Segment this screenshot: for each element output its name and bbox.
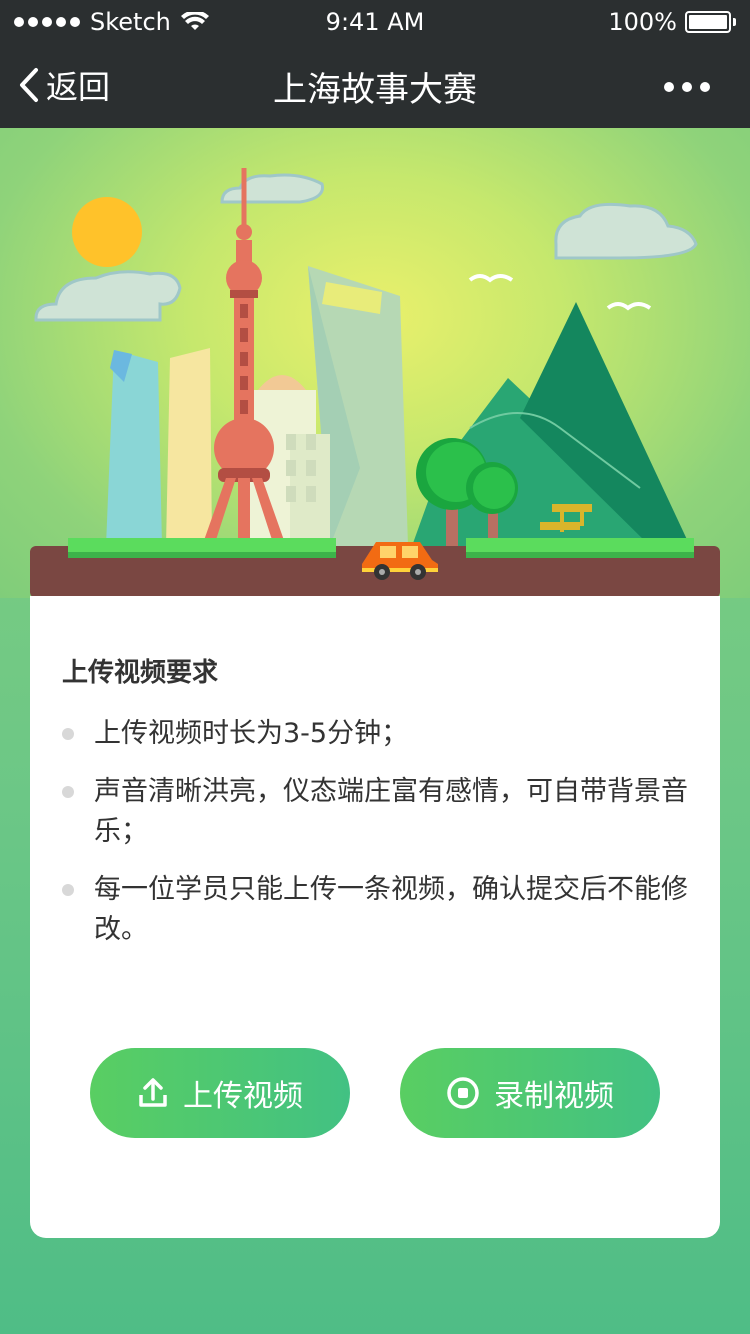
cloud-icon <box>34 270 182 322</box>
bullet-icon <box>62 884 74 896</box>
battery-icon <box>685 11 731 33</box>
action-buttons: 上传视频 录制视频 <box>90 1048 660 1138</box>
top-bar: Sketch 9:41 AM 100% 返回 上海故事大赛 <box>0 0 750 128</box>
building-icon <box>106 350 162 546</box>
more-dots-icon[interactable] <box>664 82 710 92</box>
bullet-icon <box>62 786 74 798</box>
requirement-text: 声音清晰洪亮，仪态端庄富有感情，可自带背景音乐； <box>94 776 688 847</box>
list-item: 上传视频时长为3-5分钟； <box>62 714 692 754</box>
battery-tip <box>733 18 736 26</box>
record-icon <box>447 1077 479 1109</box>
requirements-heading: 上传视频要求 <box>62 658 219 688</box>
nav-bar: 返回 上海故事大赛 <box>0 44 750 128</box>
list-item: 每一位学员只能上传一条视频，确认提交后不能修改。 <box>62 870 692 950</box>
upload-video-button[interactable]: 上传视频 <box>90 1048 350 1138</box>
requirements-card: 上传视频要求 上传视频时长为3-5分钟； 声音清晰洪亮，仪态端庄富有感情，可自带… <box>30 596 720 1238</box>
requirement-text: 上传视频时长为3-5分钟； <box>94 718 409 749</box>
status-right: 100% <box>608 8 736 36</box>
record-video-button[interactable]: 录制视频 <box>400 1048 660 1138</box>
hero-illustration <box>0 128 750 598</box>
bird-icon <box>606 302 652 311</box>
building-icon <box>166 348 212 546</box>
bullet-icon <box>62 728 74 740</box>
cloud-icon <box>220 173 325 204</box>
page-title: 上海故事大赛 <box>273 70 477 110</box>
upload-video-label: 上传视频 <box>183 1079 303 1114</box>
bird-icon <box>468 274 514 283</box>
cloud-icon <box>554 202 698 260</box>
sun-icon <box>72 197 142 267</box>
city-scene-illustration <box>30 168 720 598</box>
requirements-list: 上传视频时长为3-5分钟； 声音清晰洪亮，仪态端庄富有感情，可自带背景音乐； 每… <box>62 714 692 968</box>
upload-icon <box>139 1078 167 1107</box>
battery-percent: 100% <box>608 8 677 36</box>
requirement-text: 每一位学员只能上传一条视频，确认提交后不能修改。 <box>94 874 688 945</box>
list-item: 声音清晰洪亮，仪态端庄富有感情，可自带背景音乐； <box>62 772 692 852</box>
record-video-label: 录制视频 <box>494 1079 614 1114</box>
status-bar: Sketch 9:41 AM 100% <box>0 0 750 44</box>
